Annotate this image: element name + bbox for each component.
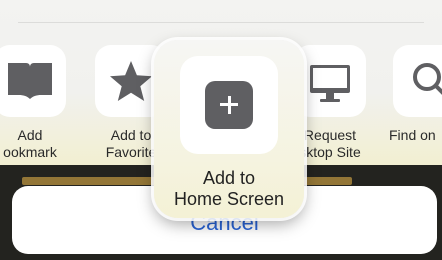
action-find-on-page[interactable]: Find on xyxy=(389,45,442,165)
action-add-bookmark[interactable]: Add ookmark xyxy=(0,45,74,165)
action-add-to-home-screen[interactable]: Add to Home Screen xyxy=(154,40,304,218)
action-request-desktop-site[interactable]: Request sktop Site xyxy=(294,45,374,165)
find-tile xyxy=(393,45,442,117)
add-square-icon xyxy=(205,81,253,129)
home-screen-tile xyxy=(180,56,278,154)
bookmark-tile xyxy=(0,45,66,117)
action-label: Add to Home Screen xyxy=(173,168,285,209)
action-label: Find on xyxy=(389,127,436,143)
sheet-divider xyxy=(18,22,424,23)
desktop-tile xyxy=(294,45,366,117)
monitor-icon xyxy=(310,65,350,102)
share-sheet-zoom: Add ookmark Add to Favorite Request skto… xyxy=(0,0,442,260)
book-icon xyxy=(8,63,52,99)
search-icon xyxy=(413,63,442,95)
